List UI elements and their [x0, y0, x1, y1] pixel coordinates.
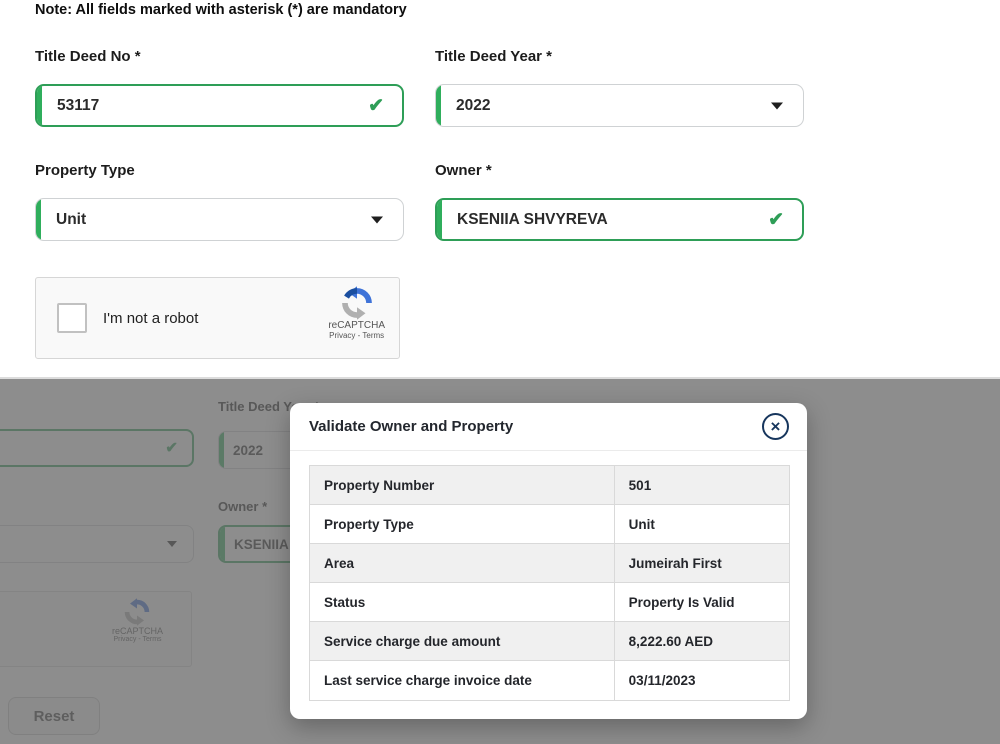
- table-row: Property Number 501: [310, 466, 789, 505]
- close-icon[interactable]: ×: [762, 413, 789, 440]
- green-accent-bar: [37, 86, 42, 125]
- green-accent-bar: [437, 200, 442, 239]
- recaptcha-widget: I'm not a robot reCAPTCHA Privacy - Term…: [35, 277, 400, 359]
- green-accent-bar: [36, 199, 41, 240]
- chevron-down-icon: [371, 216, 383, 223]
- title-deed-no-label: Title Deed No *: [35, 48, 141, 65]
- recaptcha-privacy-terms[interactable]: Privacy - Terms: [329, 331, 384, 340]
- dimmed-section: 53117 ✔ Title Deed Year * 2022 Owner * K…: [0, 377, 1000, 744]
- validate-owner-property-modal: Validate Owner and Property × Property N…: [290, 403, 807, 719]
- owner-label: Owner *: [435, 162, 492, 179]
- mandatory-note: Note: All fields marked with asterisk (*…: [35, 2, 407, 18]
- table-row: Last service charge invoice date 03/11/2…: [310, 661, 789, 700]
- chevron-down-icon: [771, 102, 783, 109]
- property-type-value: Unit: [36, 211, 86, 229]
- recaptcha-icon: [340, 286, 374, 320]
- row-value: Jumeirah First: [614, 544, 789, 582]
- row-value: Property Is Valid: [614, 583, 789, 621]
- table-row: Status Property Is Valid: [310, 583, 789, 622]
- row-label: Service charge due amount: [310, 622, 614, 660]
- modal-body: Property Number 501 Property Type Unit A…: [290, 451, 807, 701]
- row-value: 03/11/2023: [614, 661, 789, 700]
- row-label: Property Number: [310, 466, 614, 504]
- table-row: Property Type Unit: [310, 505, 789, 544]
- property-type-label: Property Type: [35, 162, 135, 179]
- recaptcha-checkbox[interactable]: [57, 303, 87, 333]
- table-row: Service charge due amount 8,222.60 AED: [310, 622, 789, 661]
- modal-header: Validate Owner and Property ×: [290, 403, 807, 451]
- title-deed-year-select[interactable]: 2022: [435, 84, 804, 127]
- title-deed-no-input[interactable]: 53117 ✔: [35, 84, 404, 127]
- green-accent-bar: [436, 85, 441, 126]
- row-label: Last service charge invoice date: [310, 661, 614, 700]
- table-row: Area Jumeirah First: [310, 544, 789, 583]
- title-deed-year-value: 2022: [436, 97, 490, 115]
- recaptcha-label: I'm not a robot: [103, 310, 198, 327]
- form-section: Note: All fields marked with asterisk (*…: [0, 0, 1000, 377]
- row-value: 501: [614, 466, 789, 504]
- row-label: Property Type: [310, 505, 614, 543]
- owner-value: KSENIIA SHVYREVA: [437, 211, 608, 229]
- property-details-table: Property Number 501 Property Type Unit A…: [309, 465, 790, 701]
- owner-input[interactable]: KSENIIA SHVYREVA ✔: [435, 198, 804, 241]
- recaptcha-brand: reCAPTCHA: [328, 320, 385, 331]
- row-label: Status: [310, 583, 614, 621]
- row-value: 8,222.60 AED: [614, 622, 789, 660]
- row-label: Area: [310, 544, 614, 582]
- modal-title: Validate Owner and Property: [309, 418, 513, 435]
- close-x-glyph: ×: [771, 418, 781, 435]
- row-value: Unit: [614, 505, 789, 543]
- property-type-select[interactable]: Unit: [35, 198, 404, 241]
- check-icon: ✔: [368, 96, 384, 115]
- check-icon: ✔: [768, 210, 784, 229]
- title-deed-no-value: 53117: [37, 97, 99, 115]
- title-deed-year-label: Title Deed Year *: [435, 48, 552, 65]
